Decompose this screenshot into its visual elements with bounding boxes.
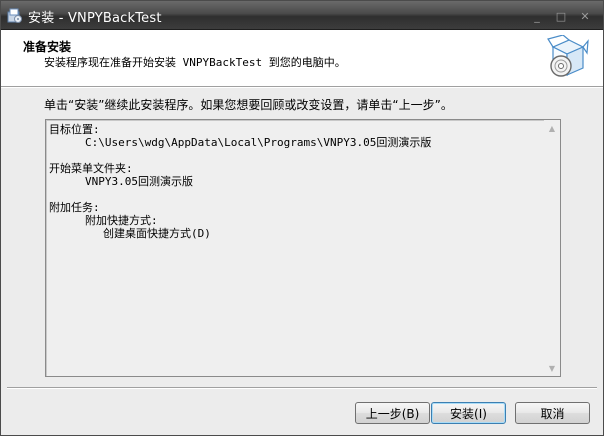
memo-line: C:\Users\wdg\AppData\Local\Programs\VNPY…	[85, 136, 432, 149]
scroll-up-icon[interactable]: ▲	[544, 120, 560, 136]
installer-window: 安装 - VNPYBackTest _ □ ✕ 准备安装 安装程序现在准备开始安…	[0, 0, 604, 436]
window-controls: _ □ ✕	[527, 9, 595, 23]
page-title: 准备安装	[23, 40, 72, 54]
memo-line: 开始菜单文件夹:	[49, 162, 133, 175]
scroll-down-icon[interactable]: ▼	[544, 360, 560, 376]
page-subtitle: 安装程序现在准备开始安装 VNPYBackTest 到您的电脑中。	[44, 56, 346, 69]
memo-line: VNPY3.05回测演示版	[85, 175, 193, 188]
memo-line	[49, 188, 539, 201]
memo-content: 目标位置: C:\Users\wdg\AppData\Local\Programs…	[49, 123, 539, 240]
window-title: 安装 - VNPYBackTest	[28, 11, 162, 26]
install-button[interactable]: 安装(I)	[431, 402, 506, 424]
memo-line: 附加任务:	[49, 201, 100, 214]
wizard-header: 准备安装 安装程序现在准备开始安装 VNPYBackTest 到您的电脑中。	[1, 30, 603, 86]
footer-divider	[7, 387, 597, 389]
instruction-text: 单击“安装”继续此安装程序。如果您想要回顾或改变设置，请单击“上一步”。	[44, 98, 453, 112]
minimize-button[interactable]: _	[527, 9, 547, 23]
maximize-button[interactable]: □	[551, 9, 571, 23]
header-divider	[1, 86, 603, 88]
memo-line: 创建桌面快捷方式(D)	[103, 227, 211, 240]
memo-line: 目标位置:	[49, 123, 100, 136]
ready-memo[interactable]: 目标位置: C:\Users\wdg\AppData\Local\Programs…	[45, 119, 561, 377]
close-button[interactable]: ✕	[575, 9, 595, 23]
installer-app-icon	[7, 8, 22, 23]
cancel-button[interactable]: 取消	[515, 402, 590, 424]
memo-scrollbar[interactable]: ▲ ▼	[544, 120, 560, 376]
memo-line	[49, 149, 539, 162]
install-box-cd-icon	[547, 35, 589, 77]
memo-line: 附加快捷方式:	[85, 214, 158, 227]
title-bar[interactable]: 安装 - VNPYBackTest _ □ ✕	[1, 1, 603, 30]
back-button[interactable]: 上一步(B)	[355, 402, 430, 424]
